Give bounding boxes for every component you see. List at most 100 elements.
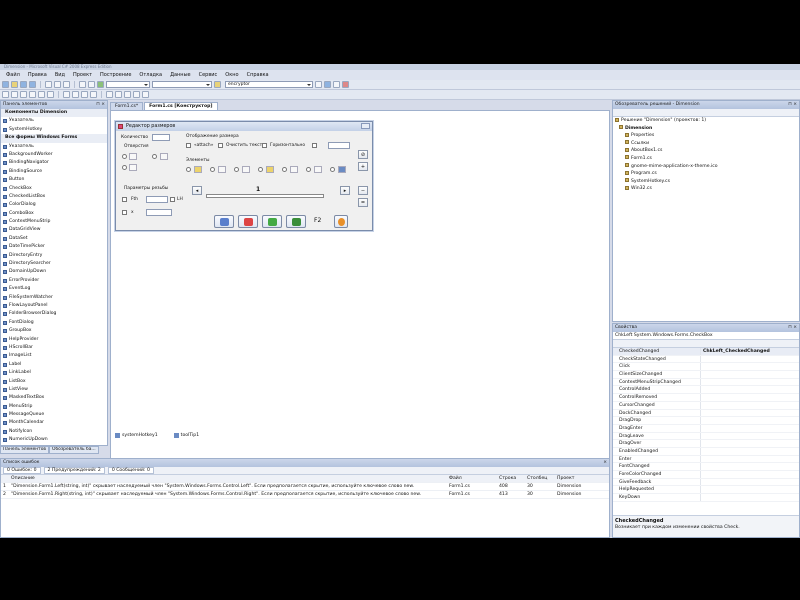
- toolbox-item[interactable]: CheckedListBox: [1, 193, 107, 201]
- property-row[interactable]: CheckedChanged ChkLeft_CheckedChanged: [613, 348, 799, 356]
- tab-db-explorer[interactable]: Обозреватель ба...: [49, 446, 99, 454]
- lh-checkbox[interactable]: [170, 197, 175, 202]
- search-combo[interactable]: encryptor: [225, 81, 313, 88]
- extra-checkbox[interactable]: [312, 143, 317, 148]
- toolbox-item[interactable]: Button: [1, 176, 107, 184]
- property-row[interactable]: GiveFeedback: [613, 478, 799, 487]
- designed-form[interactable]: Редактор размеров Количество Отверстия О…: [115, 121, 373, 231]
- reset-button[interactable]: ⊘: [358, 150, 368, 159]
- property-row[interactable]: ContextMenuStripChanged: [613, 378, 799, 387]
- help-button[interactable]: [334, 215, 348, 228]
- element-radio-5[interactable]: [282, 167, 287, 172]
- solution-tree-item[interactable]: SystemHotkey.cs: [613, 178, 799, 186]
- redo-icon[interactable]: [88, 81, 95, 88]
- property-value[interactable]: [701, 440, 703, 447]
- toolbox-item[interactable]: ListBox: [1, 378, 107, 386]
- property-value[interactable]: [701, 394, 703, 401]
- property-value[interactable]: [701, 356, 703, 363]
- property-row[interactable]: ControlAdded: [613, 386, 799, 395]
- align-middle-icon[interactable]: [38, 91, 45, 98]
- solution-tree-item[interactable]: Ссылки: [613, 140, 799, 148]
- toolbox-item[interactable]: HScrollBar: [1, 344, 107, 352]
- property-row[interactable]: KeyDown: [613, 494, 799, 502]
- element-radio-1[interactable]: [186, 167, 191, 172]
- menu-tools[interactable]: Сервис: [195, 72, 222, 78]
- col-column[interactable]: Столбец: [527, 475, 557, 482]
- menu-build[interactable]: Построение: [96, 72, 135, 78]
- new-project-icon[interactable]: [2, 81, 9, 88]
- paste-icon[interactable]: [63, 81, 70, 88]
- toolbox-item[interactable]: MaskedTextBox: [1, 394, 107, 402]
- cancel-button[interactable]: [238, 215, 258, 228]
- bring-front-icon[interactable]: [124, 91, 131, 98]
- menu-view[interactable]: Вид: [51, 72, 69, 78]
- property-row[interactable]: DragDrop: [613, 417, 799, 425]
- toolbox-item[interactable]: DirectoryEntry: [1, 252, 107, 260]
- pin-icon[interactable]: ⊓ ×: [788, 324, 797, 332]
- form-close-button[interactable]: [361, 123, 370, 129]
- x-checkbox[interactable]: [122, 210, 127, 215]
- property-row[interactable]: ForeColorChanged: [613, 471, 799, 479]
- find-in-files-icon[interactable]: [315, 81, 322, 88]
- property-value[interactable]: [701, 494, 703, 501]
- element-radio-4[interactable]: [258, 167, 263, 172]
- toolbox-item[interactable]: DateTimePicker: [1, 243, 107, 251]
- fth-combo[interactable]: [146, 196, 168, 203]
- scroll-left-button[interactable]: ◂: [192, 186, 202, 195]
- property-value[interactable]: [701, 486, 703, 493]
- property-row[interactable]: EnabledChanged: [613, 447, 799, 456]
- toolbox-category[interactable]: Компоненты Dimension: [1, 109, 107, 118]
- tab-form1-designer[interactable]: Form1.cs [Конструктор]: [144, 102, 218, 110]
- tray-systemhotkey[interactable]: systemHotkey1: [115, 433, 158, 438]
- toolbox-item[interactable]: SystemHotkey: [1, 126, 107, 134]
- toolbox-item[interactable]: NumericUpDown: [1, 436, 107, 444]
- property-value[interactable]: [701, 479, 703, 486]
- property-value[interactable]: [701, 463, 703, 470]
- property-value[interactable]: [701, 448, 703, 455]
- property-value[interactable]: [701, 402, 703, 409]
- attach-checkbox[interactable]: [186, 143, 191, 148]
- toolbox-item[interactable]: Указатель: [1, 117, 107, 125]
- property-row[interactable]: CheckStateChanged: [613, 355, 799, 364]
- undo-icon[interactable]: [79, 81, 86, 88]
- toolbox-item[interactable]: ComboBox: [1, 210, 107, 218]
- minus-button[interactable]: −: [358, 186, 368, 195]
- equal-button[interactable]: =: [358, 198, 368, 207]
- menu-edit[interactable]: Правка: [24, 72, 51, 78]
- property-value[interactable]: [701, 363, 703, 370]
- save-icon[interactable]: [20, 81, 27, 88]
- scroll-right-button[interactable]: ▸: [340, 186, 350, 195]
- same-width-icon[interactable]: [63, 91, 70, 98]
- tab-toolbox[interactable]: Панель элементов: [0, 446, 49, 454]
- toolbox-item[interactable]: Label: [1, 361, 107, 369]
- col-project[interactable]: Проект: [557, 475, 607, 482]
- toolbox-category[interactable]: Все формы Windows Forms: [1, 134, 107, 143]
- scale-track[interactable]: [206, 194, 324, 198]
- warnings-filter[interactable]: 2 Предупреждений: 2: [43, 467, 105, 474]
- align-left-icon[interactable]: [2, 91, 9, 98]
- toolbox-item[interactable]: Указатель: [1, 143, 107, 151]
- start-debug-icon[interactable]: [97, 81, 104, 88]
- col-file[interactable]: Файл: [449, 475, 499, 482]
- toolbox-item[interactable]: DomainUpDown: [1, 268, 107, 276]
- toolbox-item[interactable]: FolderBrowserDialog: [1, 310, 107, 318]
- property-value[interactable]: ChkLeft_CheckedChanged: [701, 348, 770, 355]
- solution-tree-item[interactable]: Dimension: [613, 125, 799, 133]
- table-row[interactable]: 2 "Dimension.Form1.Right(string, int)" с…: [1, 491, 609, 499]
- element-radio-3[interactable]: [234, 167, 239, 172]
- toolbox-item[interactable]: MenuStrip: [1, 403, 107, 411]
- menu-file[interactable]: Файл: [2, 72, 24, 78]
- toolbox-item[interactable]: ListView: [1, 386, 107, 394]
- align-center-icon[interactable]: [11, 91, 18, 98]
- toolbox-item[interactable]: ImageList: [1, 352, 107, 360]
- toolbox-item[interactable]: MessageQueue: [1, 411, 107, 419]
- toolbox-item[interactable]: FileSystemWatcher: [1, 294, 107, 302]
- toolbox-item[interactable]: NotifyIcon: [1, 428, 107, 436]
- same-height-icon[interactable]: [72, 91, 79, 98]
- toolbox-item[interactable]: BindingNavigator: [1, 159, 107, 167]
- solution-tree-item[interactable]: Program.cs: [613, 170, 799, 178]
- property-value[interactable]: [701, 471, 703, 478]
- add-button[interactable]: +: [358, 162, 368, 171]
- menu-data[interactable]: Данные: [166, 72, 195, 78]
- solution-explorer-icon[interactable]: [324, 81, 331, 88]
